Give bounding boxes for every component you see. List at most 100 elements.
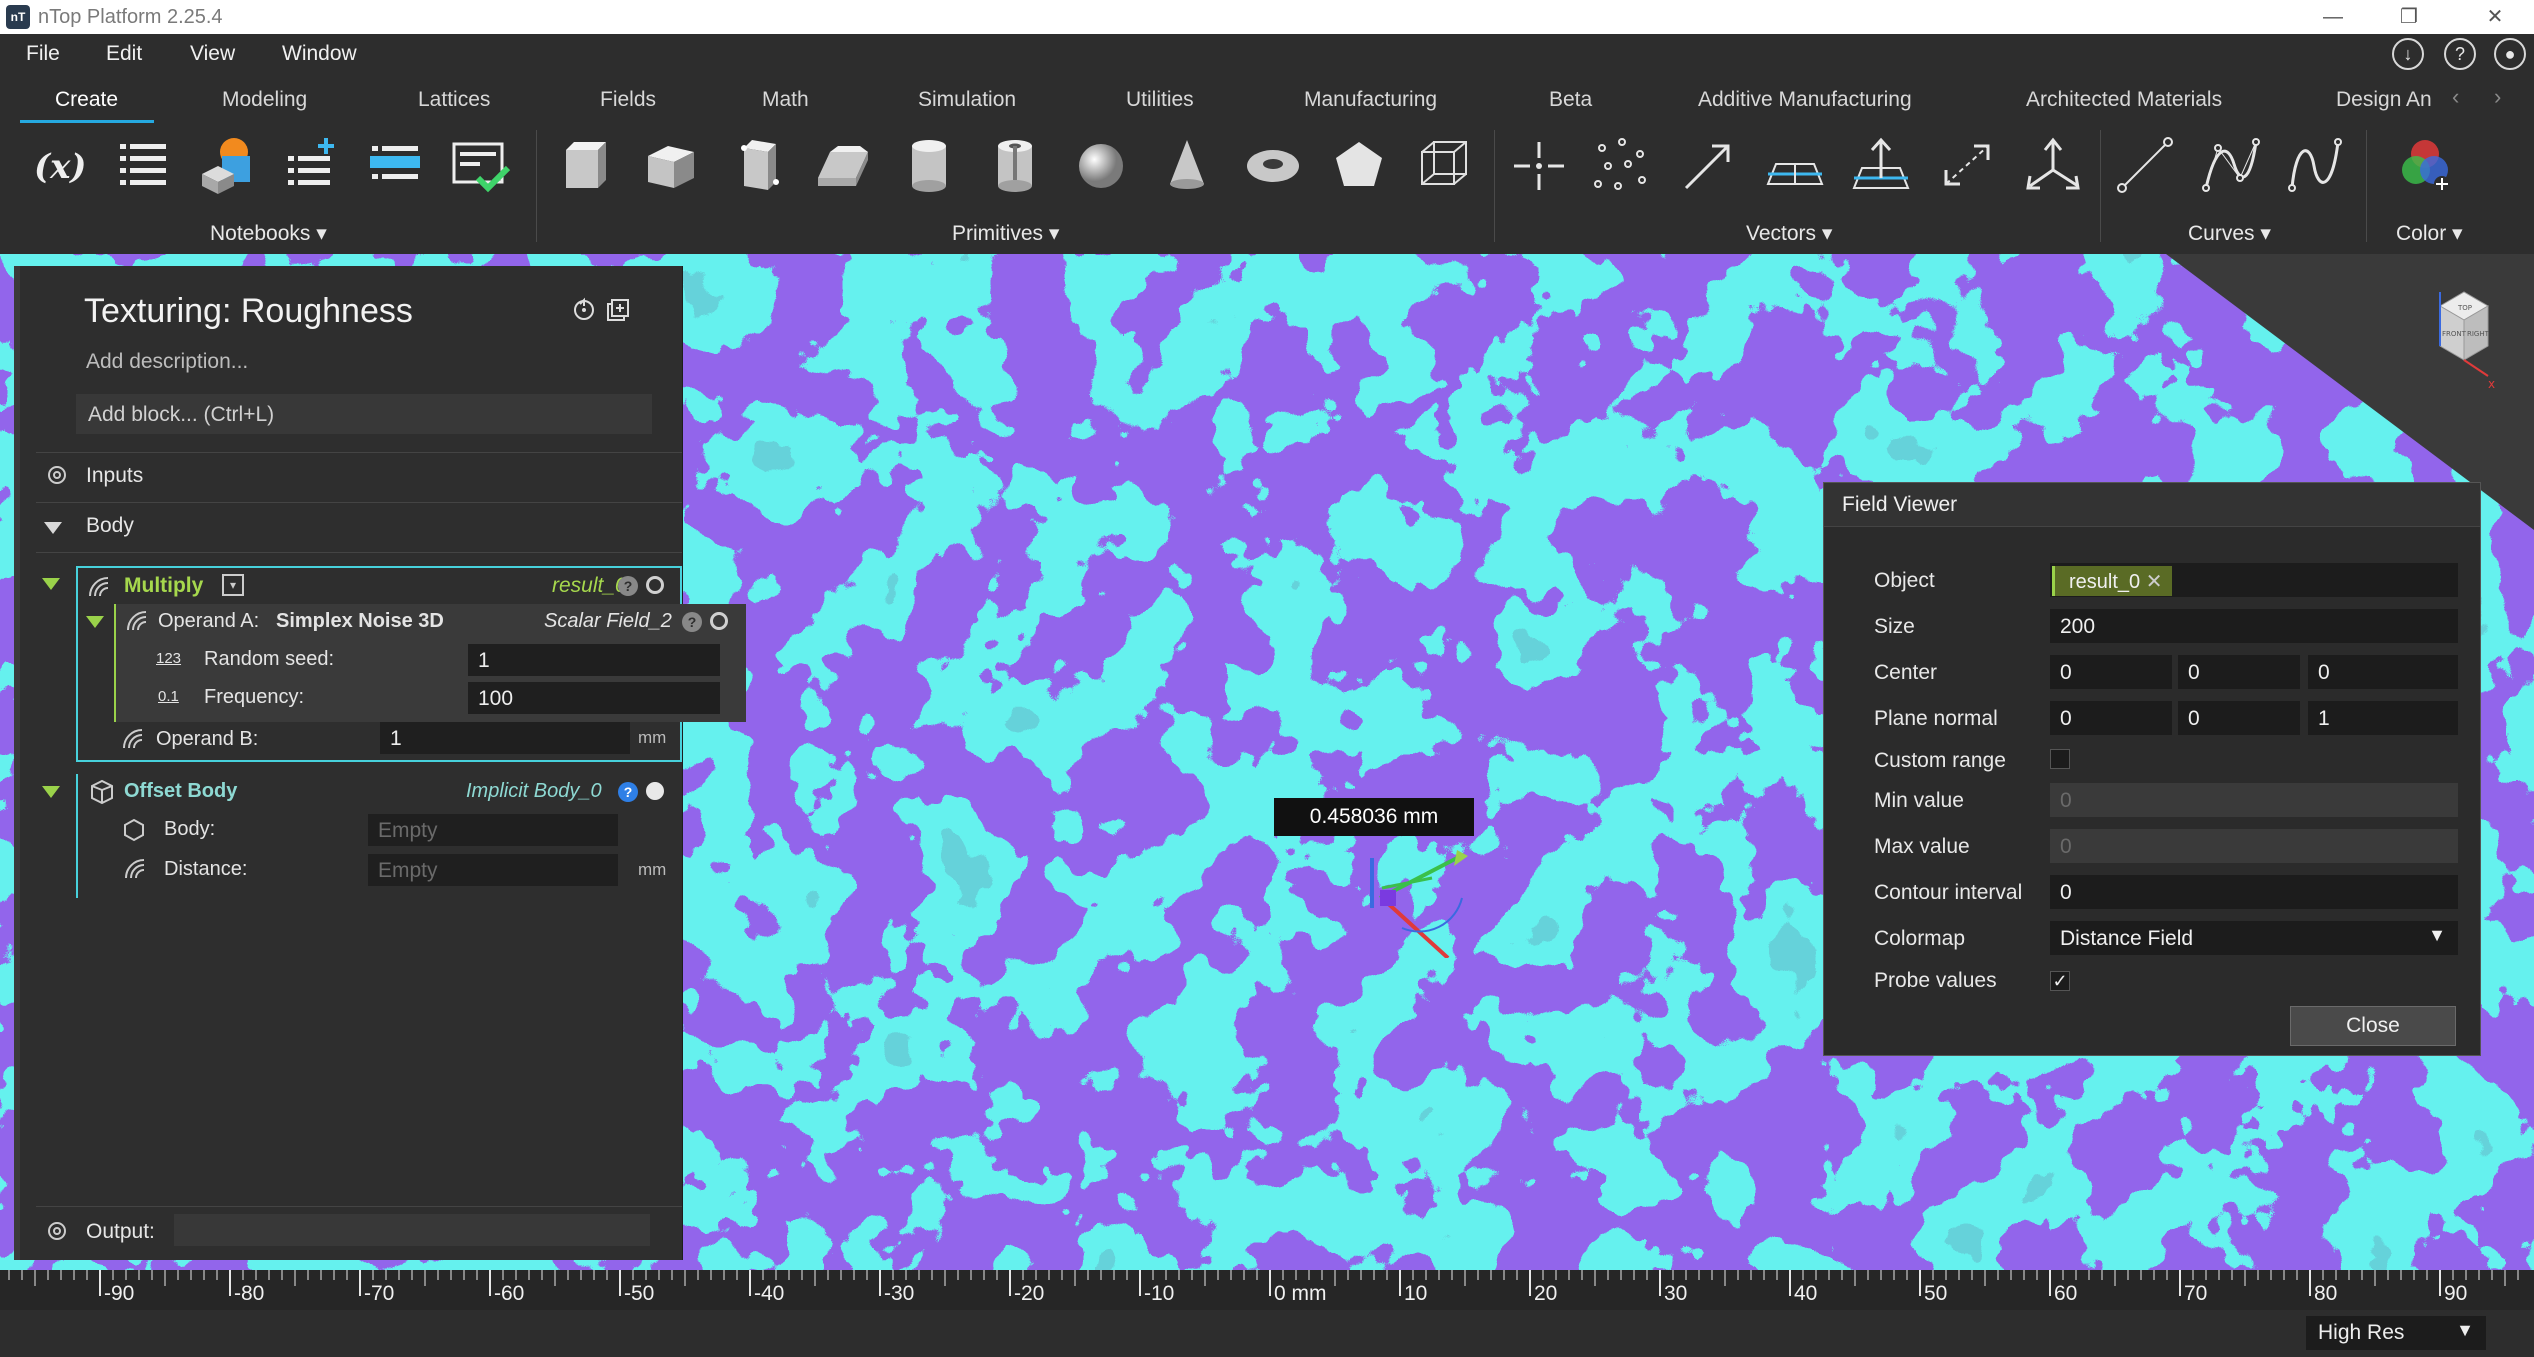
plane-icon[interactable] xyxy=(1762,134,1828,196)
restore-button[interactable]: ❐ xyxy=(2384,2,2434,32)
colormap-select[interactable]: Distance Field ▼ xyxy=(2050,921,2458,955)
multiply-result-name[interactable]: result_0 xyxy=(552,574,627,598)
min-value-input[interactable]: 0 xyxy=(2050,783,2458,817)
center-y-input[interactable]: 0 xyxy=(2178,655,2300,689)
body-input[interactable]: Empty xyxy=(368,814,618,846)
menu-window[interactable]: Window xyxy=(282,42,357,66)
group-color-label[interactable]: Color ▾ xyxy=(2396,221,2463,246)
group-vectors-label[interactable]: Vectors ▾ xyxy=(1746,221,1832,246)
collapse-multiply-icon[interactable] xyxy=(42,578,60,590)
tab-manufacturing[interactable]: Manufacturing xyxy=(1304,88,1437,112)
custom-range-checkbox[interactable] xyxy=(2050,749,2070,769)
bounding-box-icon[interactable] xyxy=(1412,134,1478,196)
block-type-dropdown-icon[interactable]: ▾ xyxy=(222,574,244,596)
minimize-button[interactable]: — xyxy=(2308,2,2358,32)
operand-b-input[interactable]: 1 xyxy=(380,722,630,754)
tab-utilities[interactable]: Utilities xyxy=(1126,88,1194,112)
shapes-icon[interactable] xyxy=(196,134,262,196)
refresh-icon[interactable] xyxy=(570,296,598,324)
operand-a-block-name[interactable]: Simplex Noise 3D xyxy=(276,610,444,633)
box-icon[interactable] xyxy=(638,134,704,196)
notebook-description[interactable]: Add description... xyxy=(86,350,248,374)
cuboid-icon[interactable] xyxy=(552,134,618,196)
operand-a-block[interactable]: Operand A: Simplex Noise 3D Scalar Field… xyxy=(114,604,746,722)
wedge-icon[interactable] xyxy=(810,134,876,196)
view-cube[interactable]: TOP FRONT RIGHT x xyxy=(2430,276,2500,396)
operand-a-type[interactable]: Scalar Field_2 xyxy=(544,610,672,633)
point-icon[interactable] xyxy=(1506,134,1572,196)
transform-gizmo[interactable] xyxy=(1362,838,1482,958)
menu-file[interactable]: File xyxy=(26,42,60,66)
tab-beta[interactable]: Beta xyxy=(1549,88,1592,112)
tab-design-analysis[interactable]: Design An xyxy=(2336,88,2432,112)
tab-additive-manufacturing[interactable]: Additive Manufacturing xyxy=(1698,88,1912,112)
offset-body-type[interactable]: Implicit Body_0 xyxy=(466,780,602,803)
help-icon[interactable]: ? xyxy=(682,612,702,632)
menu-edit[interactable]: Edit xyxy=(106,42,142,66)
frequency-input[interactable]: 100 xyxy=(468,682,720,714)
center-z-input[interactable]: 0 xyxy=(2308,655,2458,689)
tab-create[interactable]: Create xyxy=(55,88,118,112)
group-primitives-label[interactable]: Primitives ▾ xyxy=(952,221,1059,246)
random-seed-input[interactable]: 1 xyxy=(468,644,720,676)
plane-normal-x-input[interactable]: 0 xyxy=(2050,701,2172,735)
cone-icon[interactable] xyxy=(1154,134,1220,196)
offset-body-block[interactable]: Offset Body Implicit Body_0 ? Body: Empt… xyxy=(76,774,684,898)
object-chip[interactable]: result_0 ✕ xyxy=(2052,566,2173,596)
point-cloud-icon[interactable] xyxy=(1588,134,1654,196)
tab-math[interactable]: Math xyxy=(762,88,809,112)
inputs-section[interactable]: Inputs xyxy=(86,464,143,488)
coordinate-system-icon[interactable] xyxy=(2020,134,2086,196)
user-account-icon[interactable]: ● xyxy=(2494,38,2526,70)
offset-body-block-name[interactable]: Offset Body xyxy=(124,780,237,803)
add-list-icon[interactable] xyxy=(280,134,346,196)
collapse-offset-body-icon[interactable] xyxy=(42,786,60,798)
object-input[interactable]: result_0 ✕ xyxy=(2050,563,2458,597)
resolution-select[interactable]: High Res ▼ xyxy=(2306,1316,2486,1350)
tab-scroll-right-icon[interactable]: › xyxy=(2494,84,2501,110)
tall-box-icon[interactable] xyxy=(724,134,790,196)
visibility-toggle-icon[interactable] xyxy=(646,576,664,594)
new-notebook-icon[interactable] xyxy=(604,296,632,324)
collapse-operand-a-icon[interactable] xyxy=(86,616,104,628)
cylinder-icon[interactable] xyxy=(896,134,962,196)
plane-normal-y-input[interactable]: 0 xyxy=(2178,701,2300,735)
download-icon[interactable]: ↓ xyxy=(2392,38,2424,70)
remove-object-icon[interactable]: ✕ xyxy=(2146,571,2163,593)
tab-fields[interactable]: Fields xyxy=(600,88,656,112)
menu-view[interactable]: View xyxy=(190,42,235,66)
list-icon[interactable] xyxy=(112,134,178,196)
probe-values-checkbox[interactable]: ✓ xyxy=(2050,971,2070,991)
center-x-input[interactable]: 0 xyxy=(2050,655,2172,689)
output-field[interactable] xyxy=(174,1214,650,1246)
multiply-block[interactable]: Multiply ▾ result_0 ? Operand A: Simplex… xyxy=(76,566,746,762)
notebook-check-icon[interactable] xyxy=(448,134,514,196)
line-segment-icon[interactable] xyxy=(2112,134,2178,196)
group-curves-label[interactable]: Curves ▾ xyxy=(2188,221,2271,246)
close-button[interactable]: Close xyxy=(2290,1006,2456,1046)
notebook-title[interactable]: Texturing: Roughness xyxy=(84,292,413,331)
torus-icon[interactable] xyxy=(1240,134,1306,196)
max-value-input[interactable]: 0 xyxy=(2050,829,2458,863)
body-section[interactable]: Body xyxy=(86,514,134,538)
plane-normal-icon[interactable] xyxy=(1848,134,1914,196)
distance-input[interactable]: Empty xyxy=(368,854,618,886)
color-icon[interactable] xyxy=(2392,134,2458,196)
visibility-toggle-icon[interactable] xyxy=(646,782,664,800)
plane-normal-z-input[interactable]: 1 xyxy=(2308,701,2458,735)
add-block-input[interactable]: Add block... (Ctrl+L) xyxy=(76,394,652,434)
polyline-icon[interactable] xyxy=(2198,134,2264,196)
close-window-button[interactable]: ✕ xyxy=(2470,2,2520,32)
tab-simulation[interactable]: Simulation xyxy=(918,88,1016,112)
tab-modeling[interactable]: Modeling xyxy=(222,88,307,112)
pipe-icon[interactable] xyxy=(982,134,1048,196)
help-icon[interactable]: ? xyxy=(618,782,638,802)
visibility-toggle-icon[interactable] xyxy=(710,612,728,630)
field-viewer-title[interactable]: Field Viewer xyxy=(1824,483,2480,527)
tab-architected-materials[interactable]: Architected Materials xyxy=(2026,88,2222,112)
collapse-body-icon[interactable] xyxy=(44,522,62,534)
spline-icon[interactable] xyxy=(2282,134,2348,196)
help-icon[interactable]: ? xyxy=(2444,38,2476,70)
polygon-icon[interactable] xyxy=(1326,134,1392,196)
multiply-block-name[interactable]: Multiply xyxy=(124,574,203,598)
